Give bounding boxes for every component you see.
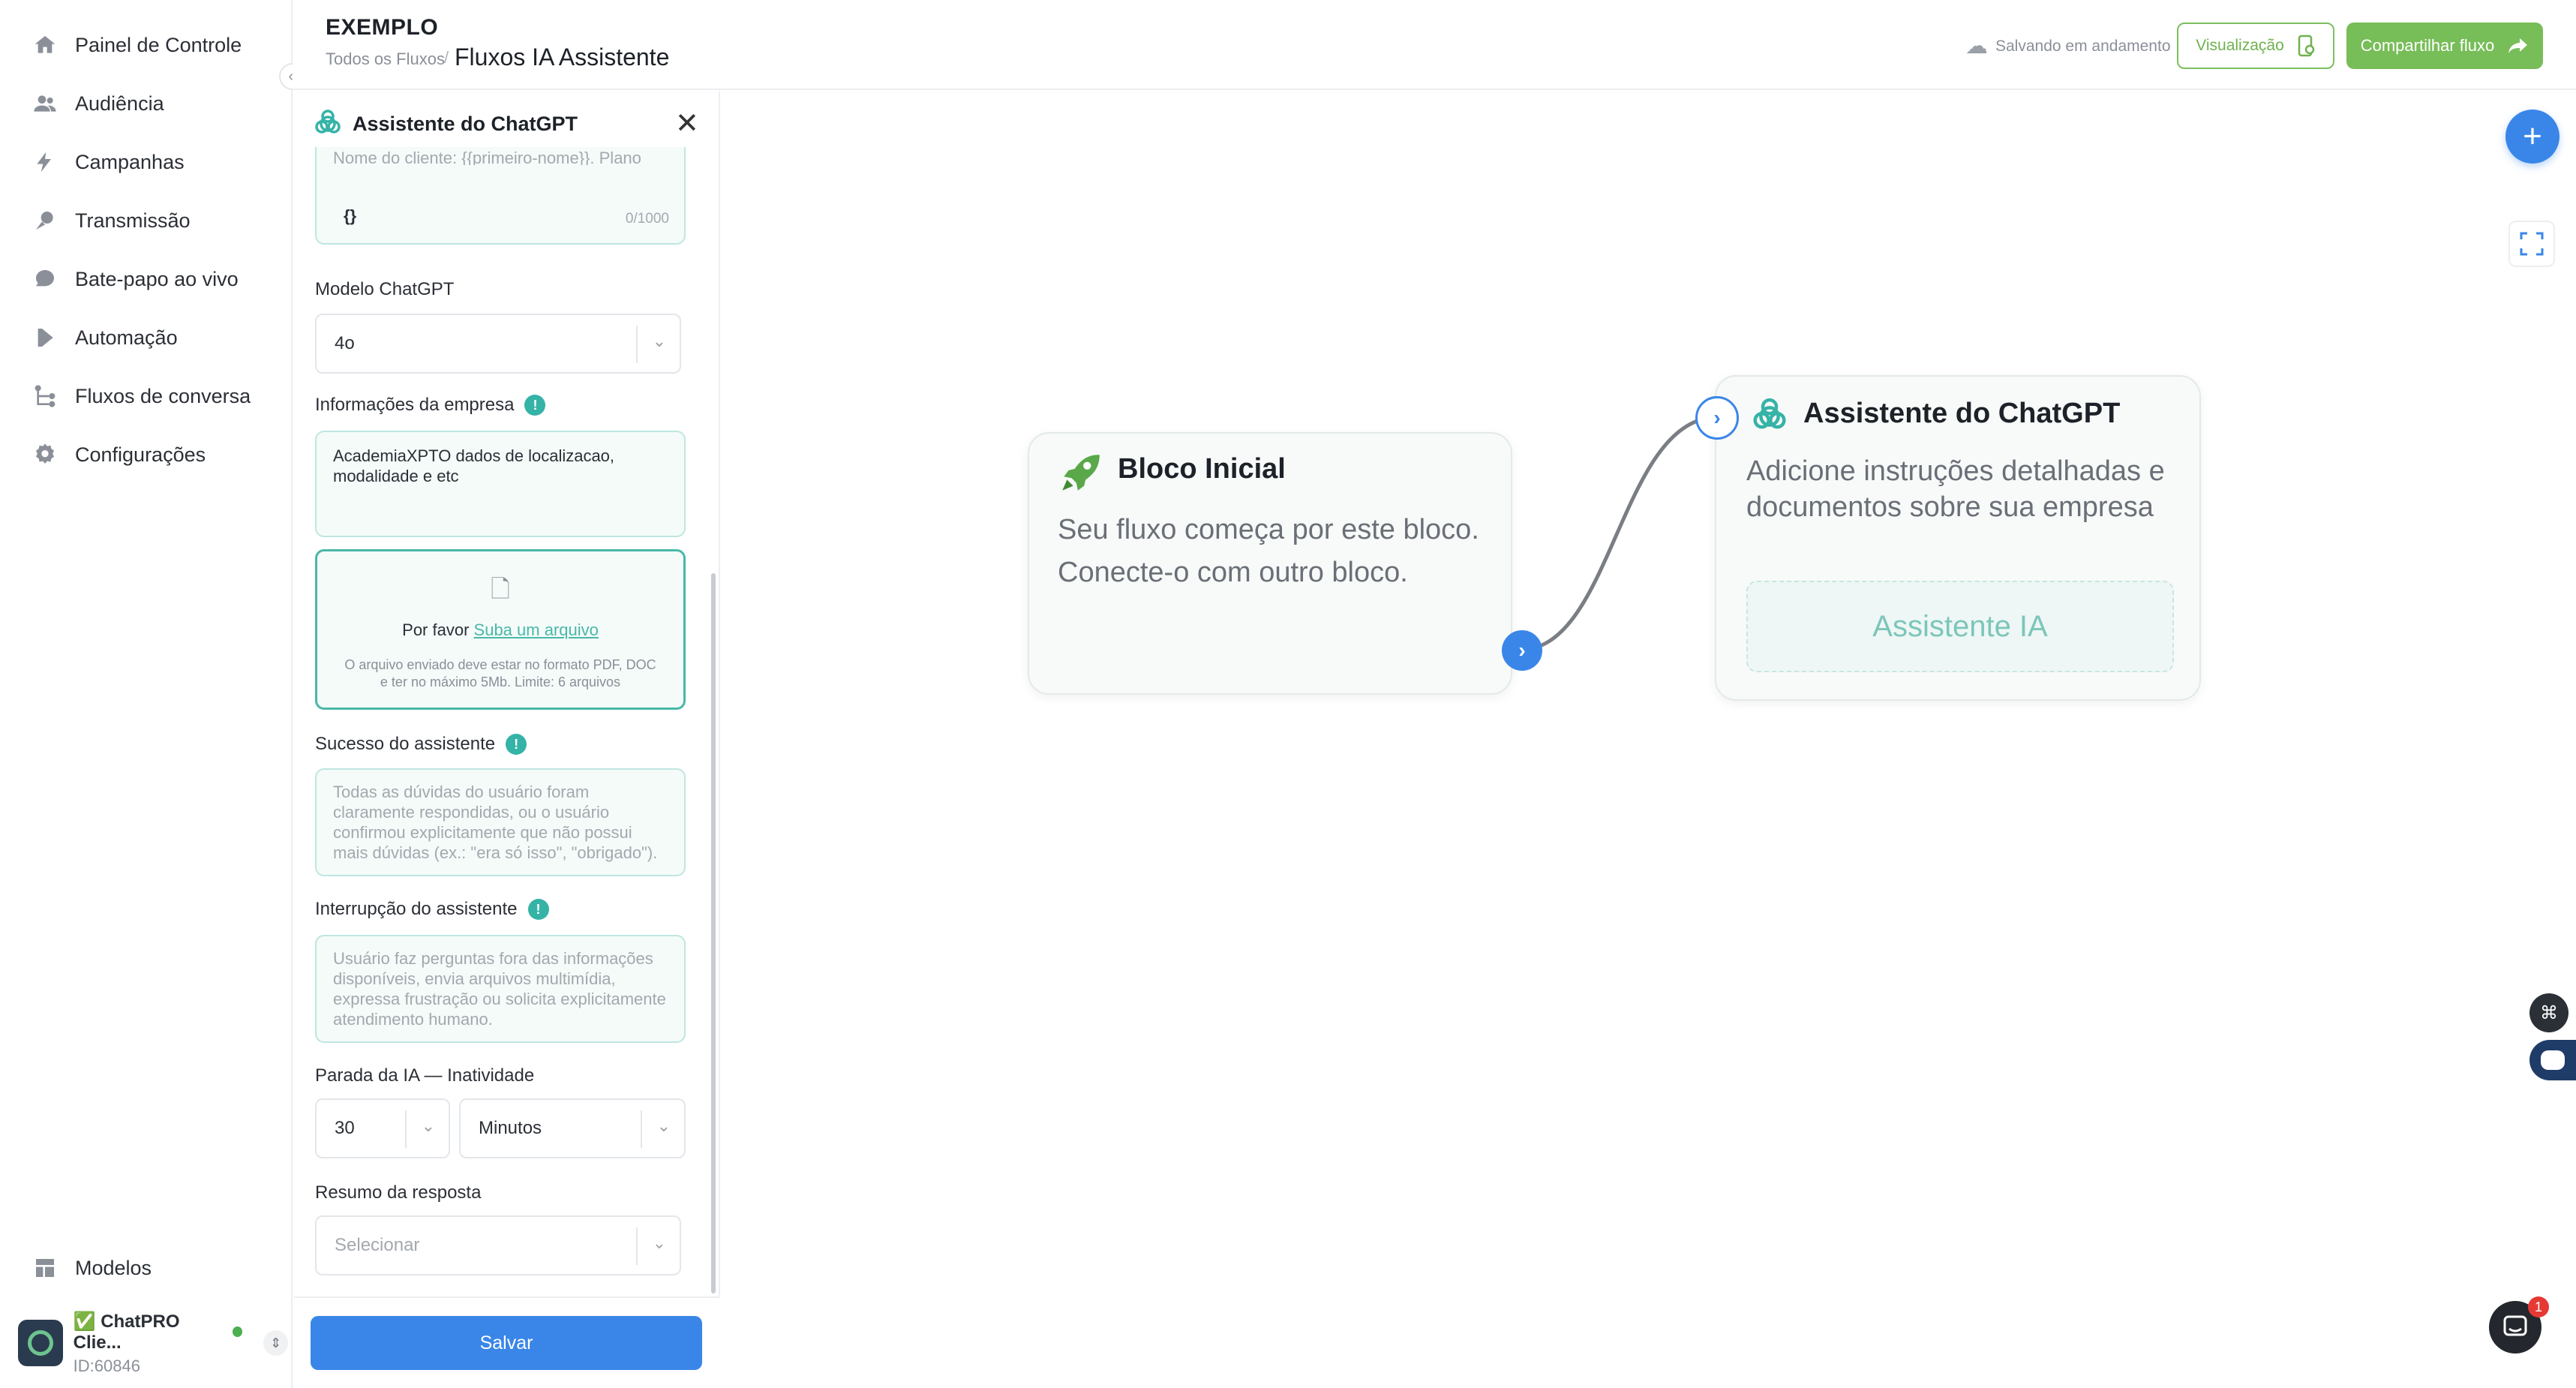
ai-block-title: Assistente do ChatGPT	[1803, 398, 2121, 429]
start-block-description: Seu fluxo começa por este bloco. Conecte…	[1058, 514, 1479, 588]
bot-widget-button[interactable]	[2529, 1040, 2576, 1080]
chevron-right-icon: ›	[1518, 638, 1526, 662]
chatgpt-assistant-node[interactable]: Assistente do ChatGPT Adicione instruçõe…	[1715, 375, 2201, 701]
start-block-node[interactable]: Bloco Inicial Seu fluxo começa por este …	[1028, 432, 1512, 695]
openai-icon	[1753, 398, 1786, 429]
fullscreen-icon	[2520, 232, 2544, 256]
start-block-title: Bloco Inicial	[1118, 453, 1286, 485]
output-connector[interactable]: ›	[1502, 630, 1542, 671]
fit-view-button[interactable]	[2508, 221, 2555, 267]
rocket-icon	[1062, 455, 1100, 491]
unread-badge: 1	[2528, 1296, 2549, 1317]
ai-assistant-slot[interactable]: Assistente IA	[1746, 581, 2174, 672]
bot-icon	[2541, 1050, 2565, 1070]
add-block-button[interactable]: +	[2505, 110, 2559, 164]
input-connector[interactable]: ›	[1695, 396, 1739, 440]
plus-icon: +	[2523, 118, 2542, 155]
apps-icon: ⌘	[2540, 1002, 2558, 1023]
chevron-right-icon: ›	[1713, 406, 1721, 429]
apps-widget-button[interactable]: ⌘	[2529, 993, 2568, 1032]
ai-block-description: Adicione instruções detalhadas e documen…	[1746, 455, 2165, 523]
chat-icon	[2503, 1315, 2527, 1336]
